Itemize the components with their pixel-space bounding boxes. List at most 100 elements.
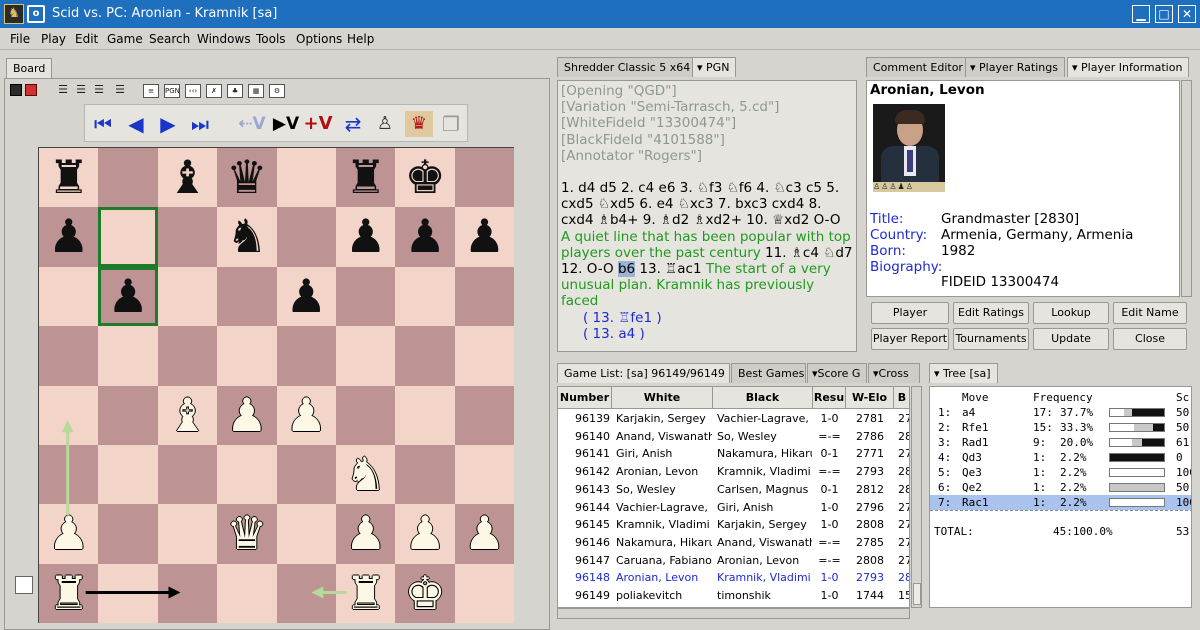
tab-player-ratings[interactable]: ▾ Player Ratings <box>965 57 1065 77</box>
tab-crosstable[interactable]: ▾Cross <box>868 363 920 383</box>
square-e1[interactable] <box>276 563 336 624</box>
forward-icon[interactable]: ▶ <box>155 111 181 137</box>
comment-icon[interactable]: ‹‹› <box>185 84 201 98</box>
black-rook-icon[interactable]: ♜ <box>336 148 395 207</box>
menu-play[interactable]: Play <box>41 32 66 46</box>
pgn-moves[interactable]: 11. ♗c4 <box>765 245 819 261</box>
square-f4[interactable] <box>336 385 396 445</box>
tab-pgn[interactable]: ▾ PGN <box>692 57 737 77</box>
enter-variation-icon[interactable]: ▶V <box>271 111 301 137</box>
add-variation-icon[interactable]: +V <box>303 111 333 137</box>
menu-search[interactable]: Search <box>149 32 190 46</box>
tree-row[interactable]: 1: a4 17: 37.7% 50 <box>930 405 1191 420</box>
square-d1[interactable] <box>217 563 277 624</box>
white-king-icon[interactable]: ♚ <box>395 564 454 623</box>
pgn-text[interactable]: [Opening "QGD"] [Variation "Semi-Tarrasc… <box>557 80 857 352</box>
square-a5[interactable] <box>39 326 99 386</box>
menu-options[interactable]: Options <box>296 32 342 46</box>
white-rook-icon[interactable]: ♜ <box>336 564 395 623</box>
tools-icon[interactable]: ✗ <box>206 84 222 98</box>
pgn-variation[interactable]: ( 13. a4 ) <box>561 326 853 342</box>
black-pawn-icon[interactable]: ♟ <box>395 207 454 266</box>
black-bishop-icon[interactable]: ♝ <box>158 148 217 207</box>
game-list-scroll-thumb[interactable] <box>913 583 921 605</box>
square-a3[interactable] <box>39 445 99 505</box>
grid-icon[interactable]: ▦ <box>248 84 264 98</box>
square-f6[interactable] <box>336 266 396 327</box>
square-f5[interactable] <box>336 326 396 386</box>
square-c5[interactable] <box>157 326 218 386</box>
black-pawn-icon[interactable]: ♟ <box>455 207 514 266</box>
pgn-current-move[interactable]: b6 <box>617 261 636 278</box>
pgn-variation[interactable]: ( 13. ♖fe1 ) <box>561 310 853 326</box>
tab-player-information[interactable]: ▾ Player Information <box>1067 57 1190 77</box>
move-list-icon[interactable]: ☰ <box>55 84 71 98</box>
edit-name-button[interactable]: Edit Name <box>1113 302 1187 324</box>
exit-variation-icon[interactable]: ⇠V <box>235 111 269 137</box>
column-header-white-elo[interactable]: W-Elo <box>846 387 894 409</box>
black-pawn-icon[interactable]: ♟ <box>336 207 395 266</box>
save-icon[interactable] <box>10 84 22 96</box>
square-d3[interactable] <box>217 445 277 505</box>
white-pawn-icon[interactable]: ♟ <box>277 386 336 445</box>
black-queen-icon[interactable]: ♛ <box>217 148 276 207</box>
square-h6[interactable] <box>454 266 515 327</box>
chess-board[interactable]: ♜ ♝ ♛ ♜ ♚ ♟ ♞ ♟ ♟ ♟ ♟ ♟ ♝ ♟ ♟ ♞ ♟ ♛ ♟ ♟ ♟ ♜ ♜ ♚ <box>38 147 515 624</box>
column-header-white[interactable]: White <box>612 387 713 409</box>
square-b7[interactable] <box>98 207 158 267</box>
square-d6[interactable] <box>217 266 277 327</box>
square-c7[interactable] <box>157 207 218 267</box>
tab-game-list[interactable]: Game List: [sa] 96149/96149 g <box>557 363 730 383</box>
square-b2[interactable] <box>98 504 158 564</box>
menu-help[interactable]: Help <box>347 32 374 46</box>
square-a6[interactable] <box>39 266 99 327</box>
square-b1[interactable] <box>98 563 158 624</box>
white-pawn-icon[interactable]: ♟ <box>39 504 98 563</box>
tactics-icon[interactable]: ♛ <box>405 111 433 137</box>
white-pawn-icon[interactable]: ♟ <box>395 504 454 563</box>
square-g5[interactable] <box>395 326 455 386</box>
column-header-black-elo[interactable]: B <box>894 387 909 409</box>
menu-file[interactable]: File <box>10 32 30 46</box>
square-g3[interactable] <box>395 445 455 505</box>
pgn-moves[interactable]: 13. ♖ac1 <box>639 261 701 277</box>
square-h4[interactable] <box>454 385 515 445</box>
square-h3[interactable] <box>454 445 515 505</box>
black-pawn-icon[interactable]: ♟ <box>98 267 157 326</box>
move-list-icon[interactable]: ☰ <box>112 84 128 98</box>
black-pawn-icon[interactable]: ♟ <box>39 207 98 266</box>
table-row[interactable]: 96148 Aronian, Levon Kramnik, Vladimi 1-0 27… <box>558 569 909 587</box>
square-c3[interactable] <box>157 445 218 505</box>
back-icon[interactable]: ◀ <box>123 111 149 137</box>
player-info-scrollbar[interactable] <box>1181 80 1192 297</box>
white-bishop-icon[interactable]: ♝ <box>158 386 217 445</box>
update-button[interactable]: Update <box>1033 328 1109 350</box>
move-list-icon[interactable]: ☰ <box>91 84 107 98</box>
white-rook-icon[interactable]: ♜ <box>39 564 98 623</box>
player-report-button[interactable]: Player Report <box>871 328 949 350</box>
minimize-icon[interactable]: ▁ <box>1132 5 1150 23</box>
tab-score-graph[interactable]: ▾Score G <box>807 363 867 383</box>
black-pawn-icon[interactable]: ♟ <box>277 267 336 326</box>
square-h5[interactable] <box>454 326 515 386</box>
square-c2[interactable] <box>157 504 218 564</box>
column-header-result[interactable]: Resu <box>813 387 846 409</box>
game-list-h-scrollbar[interactable] <box>557 608 910 619</box>
table-row[interactable]: 96149 poliakevitch timonshik 1-0 1744 15 <box>558 587 909 605</box>
game-list-v-scrollbar[interactable] <box>911 386 922 608</box>
white-pawn-icon[interactable]: ♟ <box>455 504 514 563</box>
square-g6[interactable] <box>395 266 455 327</box>
tree-row[interactable]: 7: Rac1 1: 2.2% 100 <box>930 495 1191 510</box>
table-row[interactable]: 96139 Karjakin, Sergey Vachier-Lagrave, 1-0… <box>558 410 909 428</box>
square-g4[interactable] <box>395 385 455 445</box>
menu-edit[interactable]: Edit <box>75 32 98 46</box>
square-b5[interactable] <box>98 326 158 386</box>
tab-tree[interactable]: ▾ Tree [sa] <box>929 363 998 383</box>
square-c6[interactable] <box>157 266 218 327</box>
white-knight-icon[interactable]: ♞ <box>336 445 395 504</box>
square-h1[interactable] <box>454 563 515 624</box>
player-ratings-button[interactable]: Player Ratings <box>871 302 949 339</box>
square-b8[interactable] <box>98 148 158 208</box>
table-row[interactable]: 96143 So, Wesley Carlsen, Magnus 0-1 2812 28 <box>558 481 909 499</box>
white-pawn-icon[interactable]: ♟ <box>217 386 276 445</box>
